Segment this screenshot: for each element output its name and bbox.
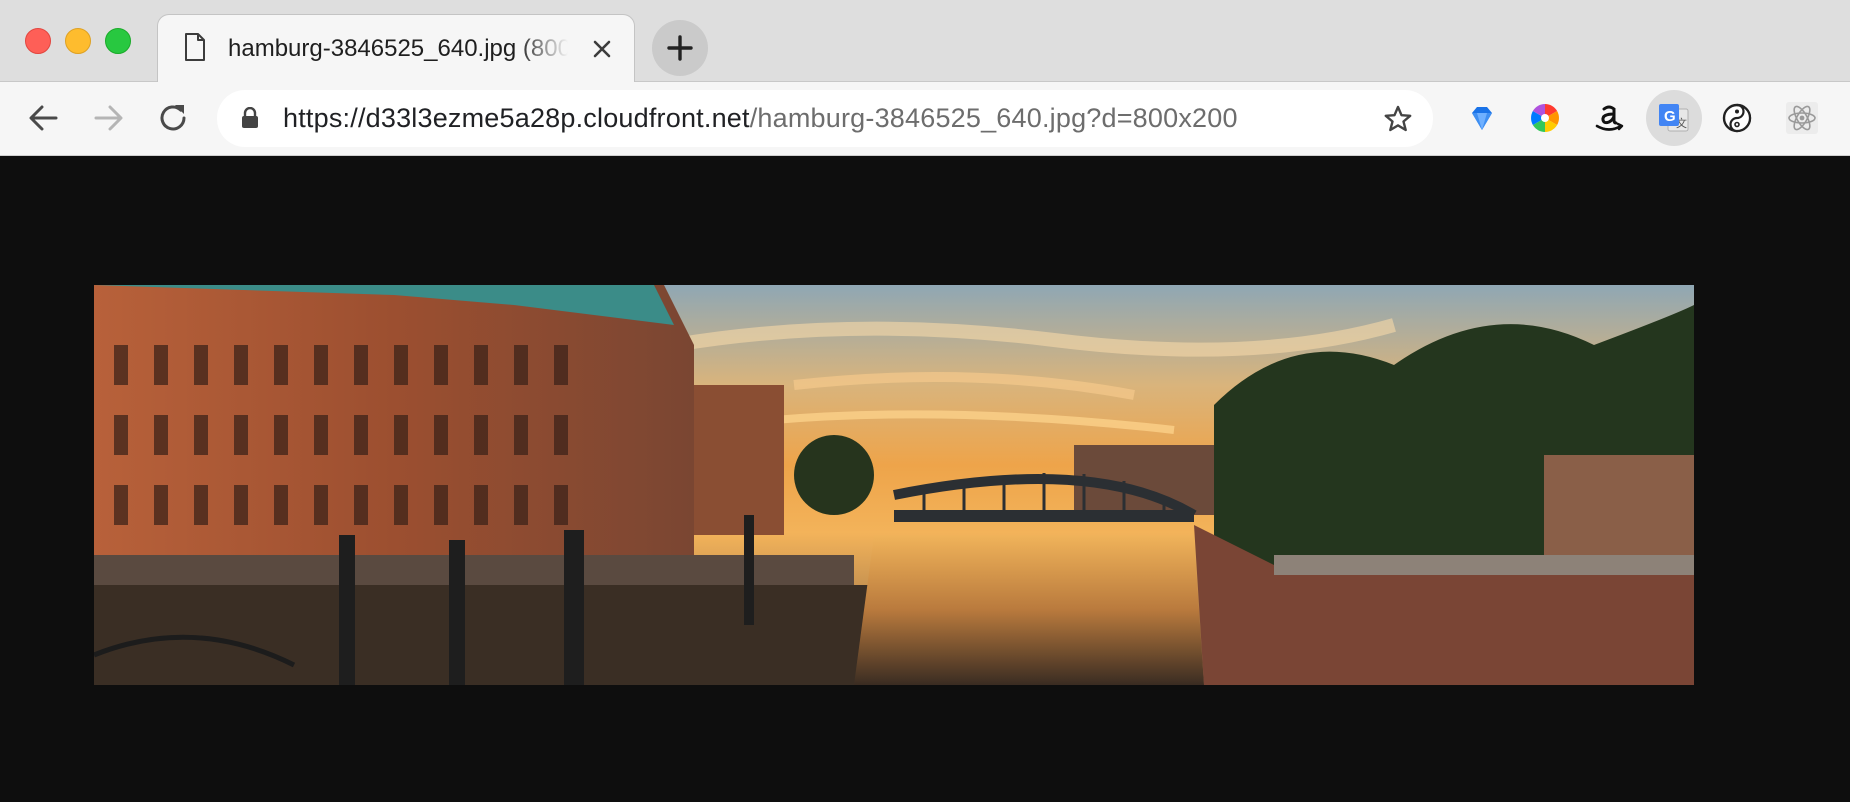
reload-button[interactable] bbox=[155, 100, 191, 136]
google-translate-extension-button[interactable]: 文 G bbox=[1646, 90, 1702, 146]
tab-title: hamburg-3846525_640.jpg (800×200) bbox=[228, 35, 568, 62]
browser-toolbar: https://d33l3ezme5a28p.cloudfront.net/ha… bbox=[0, 82, 1850, 156]
svg-text:G: G bbox=[1664, 108, 1676, 125]
active-tab[interactable]: hamburg-3846525_640.jpg (800×200) bbox=[157, 14, 635, 82]
diamond-extension-button[interactable] bbox=[1461, 97, 1503, 139]
minimize-window-button[interactable] bbox=[65, 28, 91, 54]
color-wheel-icon bbox=[1531, 104, 1559, 132]
url-text[interactable]: https://d33l3ezme5a28p.cloudfront.net/ha… bbox=[283, 90, 1238, 147]
close-icon[interactable] bbox=[590, 37, 614, 61]
react-atom-icon bbox=[1786, 102, 1818, 134]
url-path: /hamburg-3846525_640.jpg?d=800x200 bbox=[749, 103, 1238, 133]
react-devtools-extension-button[interactable] bbox=[1781, 97, 1823, 139]
google-translate-icon: 文 G bbox=[1659, 104, 1689, 132]
forward-button[interactable] bbox=[90, 100, 126, 136]
hamburg-canal-photo bbox=[94, 285, 1694, 685]
close-window-button[interactable] bbox=[25, 28, 51, 54]
lock-icon[interactable] bbox=[241, 107, 259, 129]
zoom-window-button[interactable] bbox=[105, 28, 131, 54]
url-host: https://d33l3ezme5a28p.cloudfront.net bbox=[283, 103, 750, 133]
yin-yang-icon bbox=[1722, 103, 1752, 133]
amazon-extension-button[interactable] bbox=[1588, 97, 1630, 139]
document-icon bbox=[185, 33, 205, 61]
diamond-icon bbox=[1472, 107, 1492, 130]
plus-icon bbox=[667, 35, 693, 61]
address-bar[interactable]: https://d33l3ezme5a28p.cloudfront.net/ha… bbox=[217, 90, 1433, 147]
yin-yang-extension-button[interactable] bbox=[1716, 97, 1758, 139]
bookmark-star-icon[interactable] bbox=[1383, 104, 1413, 134]
page-viewport bbox=[0, 156, 1850, 802]
tab-strip: hamburg-3846525_640.jpg (800×200) bbox=[0, 0, 1850, 82]
color-picker-extension-button[interactable] bbox=[1524, 97, 1566, 139]
amazon-icon bbox=[1595, 105, 1624, 131]
back-button[interactable] bbox=[26, 100, 62, 136]
new-tab-button[interactable] bbox=[652, 20, 708, 76]
